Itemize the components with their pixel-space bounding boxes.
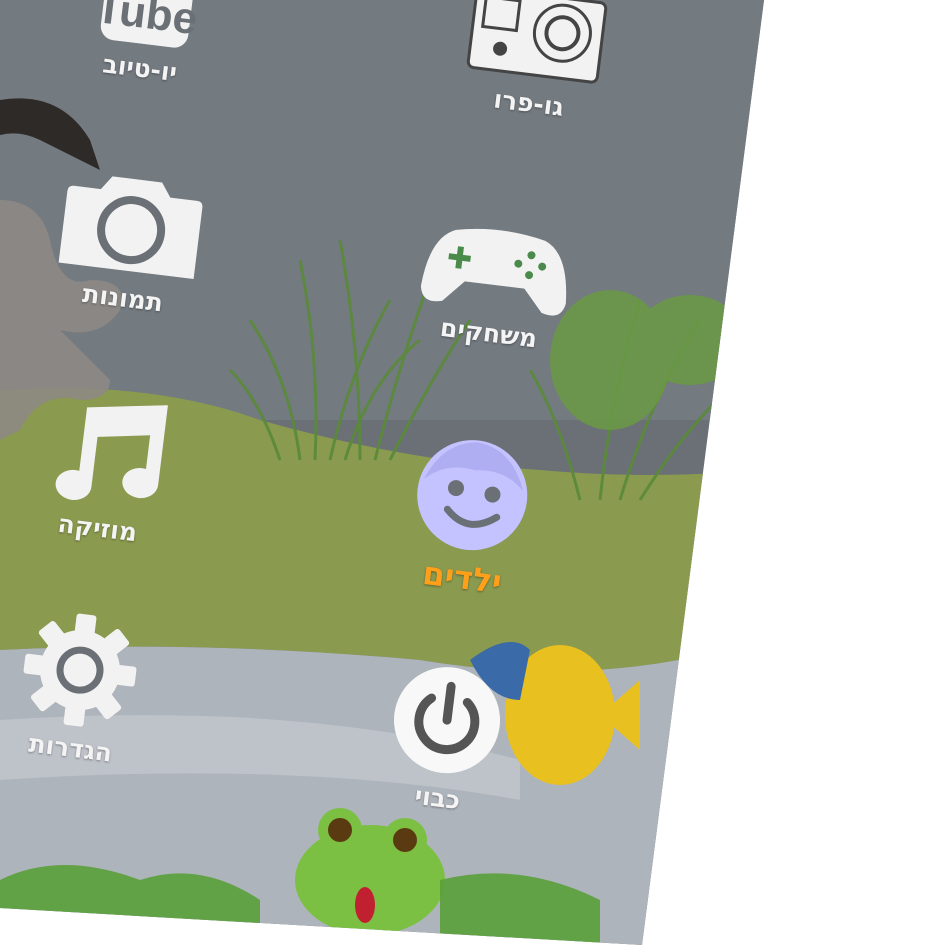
kid-face-icon	[417, 440, 528, 551]
menu-item-photos[interactable]: תמונות	[52, 157, 209, 321]
gamepad-icon	[420, 228, 567, 316]
launcher-screen: Tube יו-טיוב גו-פרו תמונות משחקים מוזיקה…	[0, 0, 764, 945]
menu-item-youtube[interactable]: Tube יו-טיוב	[88, 0, 201, 89]
music-note-icon	[55, 405, 168, 500]
youtube-icon: Tube	[93, 0, 200, 48]
power-icon	[394, 667, 501, 774]
camera-gopro-icon	[466, 0, 608, 84]
menu-item-music[interactable]: מוזיקה	[31, 383, 179, 551]
menu-item-power[interactable]: כבוי	[376, 653, 514, 819]
gear-icon	[23, 613, 137, 727]
camera-icon	[58, 176, 203, 280]
menu-item-gopro[interactable]: גו-פרו	[452, 0, 617, 127]
menu-item-kids[interactable]: ילדים	[395, 423, 544, 605]
menu-label-power: כבוי	[413, 780, 462, 816]
menu-item-games[interactable]: משחקים	[412, 206, 577, 356]
menu-item-settings[interactable]: הגדרות	[9, 603, 147, 769]
